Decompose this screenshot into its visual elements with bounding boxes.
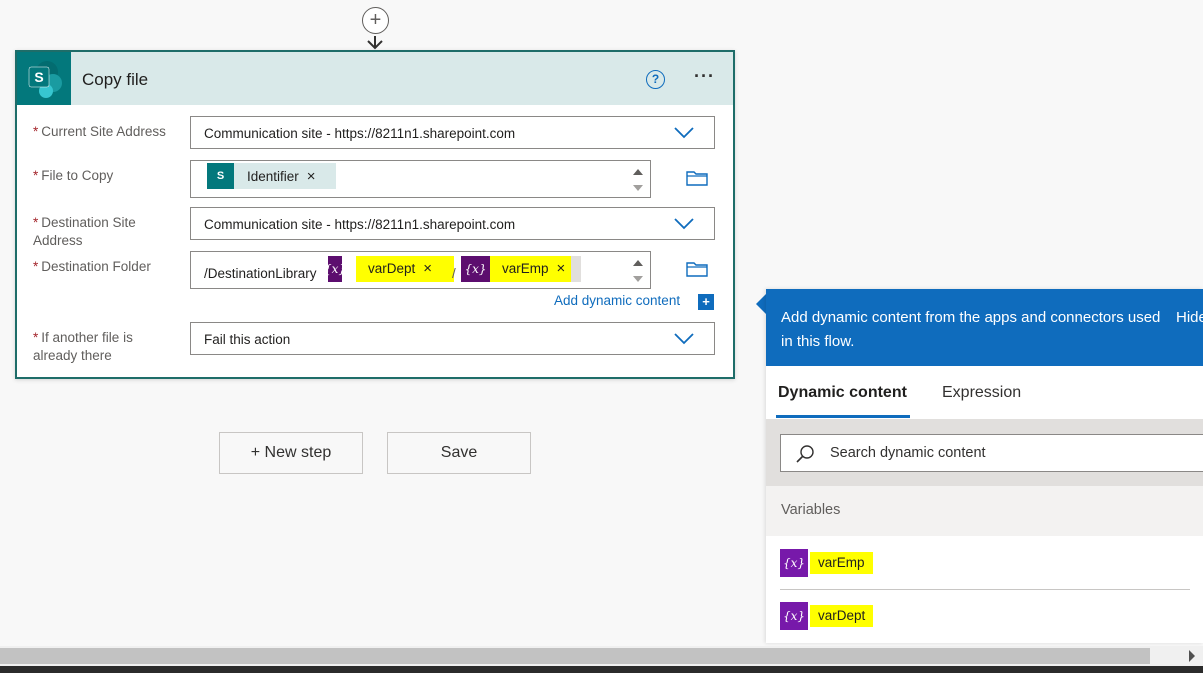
variables-section-header: Variables <box>766 486 1203 536</box>
search-icon <box>796 445 814 463</box>
folder-picker-icon[interactable] <box>686 169 708 186</box>
destination-folder-label: * Destination Folder <box>33 259 151 274</box>
if-exists-value: Fail this action <box>204 332 291 347</box>
sharepoint-icon: S <box>17 52 71 105</box>
remove-token-icon[interactable]: × <box>307 168 316 185</box>
dynamic-panel-description: Add dynamic content from the apps and co… <box>781 309 1161 350</box>
varemp-token[interactable]: {x} varEmp × <box>461 256 582 282</box>
chevron-down-icon[interactable] <box>674 127 694 139</box>
scroll-arrows-icon[interactable] <box>632 165 644 195</box>
divider <box>780 589 1190 590</box>
search-area: Search dynamic content <box>766 419 1203 486</box>
card-title[interactable]: Copy file <box>82 70 148 90</box>
list-item-vardept[interactable]: {x} varDept <box>780 602 874 630</box>
variable-name: varEmp <box>810 552 873 574</box>
scroll-right-icon[interactable] <box>1189 650 1195 662</box>
scroll-arrows-icon[interactable] <box>632 256 644 286</box>
destination-site-label: * Destination Site Address <box>33 215 136 248</box>
copy-file-action-card: S Copy file ? ··· * Current Site Address … <box>15 50 735 379</box>
chevron-down-icon[interactable] <box>674 218 694 230</box>
scrollbar-thumb[interactable] <box>0 648 1150 664</box>
new-step-button[interactable]: + New step <box>219 432 363 474</box>
vardept-token-label: varDept × <box>356 256 455 282</box>
active-tab-indicator <box>776 415 910 418</box>
file-to-copy-input[interactable]: S Identifier × <box>190 160 651 198</box>
list-item-varemp[interactable]: {x} varEmp <box>780 549 873 577</box>
tab-dynamic-content[interactable]: Dynamic content <box>778 384 907 402</box>
add-dynamic-content-link[interactable]: Add dynamic content <box>554 293 680 308</box>
variable-name: varDept <box>810 605 874 627</box>
destination-folder-input[interactable]: /DestinationLibrary {x} varDept × / {x} v… <box>190 251 651 289</box>
tab-expression[interactable]: Expression <box>942 384 1021 402</box>
horizontal-scrollbar[interactable] <box>0 646 1203 666</box>
identifier-token-label: Identifier <box>247 168 299 184</box>
remove-token-icon[interactable]: × <box>423 260 432 277</box>
help-icon[interactable]: ? <box>646 70 665 89</box>
variable-token-icon: {x} <box>461 256 490 282</box>
destination-folder-prefix: /DestinationLibrary <box>204 266 317 281</box>
dynamic-panel-header: Add dynamic content from the apps and co… <box>766 289 1203 366</box>
svg-text:S: S <box>34 69 43 85</box>
sharepoint-token-icon: S <box>207 163 234 189</box>
file-to-copy-label: * File to Copy <box>33 168 114 183</box>
if-exists-select[interactable]: Fail this action <box>190 322 715 355</box>
card-header[interactable]: S Copy file ? ··· <box>17 52 733 105</box>
varemp-token-label: varEmp × <box>490 256 572 282</box>
identifier-token[interactable]: S Identifier × <box>207 163 336 189</box>
variable-icon: {x} <box>780 602 808 630</box>
remove-token-icon[interactable]: × <box>557 260 566 277</box>
hide-panel-link[interactable]: Hide <box>1176 306 1203 330</box>
vardept-token[interactable]: {x} varDept × <box>324 256 455 282</box>
current-site-value: Communication site - https://8211n1.shar… <box>204 126 516 141</box>
chevron-down-icon[interactable] <box>674 333 694 345</box>
more-options-icon[interactable]: ··· <box>694 66 715 87</box>
folder-picker-icon[interactable] <box>686 260 708 277</box>
variable-icon: {x} <box>780 549 808 577</box>
current-site-label: * Current Site Address <box>33 124 166 139</box>
window-bottom-edge <box>0 666 1203 673</box>
arrow-down-icon <box>367 36 383 50</box>
path-separator: / <box>452 266 456 281</box>
add-dynamic-content-plus-icon[interactable]: + <box>698 294 714 310</box>
save-button[interactable]: Save <box>387 432 531 474</box>
token-end <box>571 256 582 282</box>
destination-site-select[interactable]: Communication site - https://8211n1.shar… <box>190 207 715 240</box>
panel-pointer <box>756 294 766 314</box>
insert-step-plus-icon[interactable]: + <box>362 7 389 34</box>
destination-site-value: Communication site - https://8211n1.shar… <box>204 217 516 232</box>
current-site-select[interactable]: Communication site - https://8211n1.shar… <box>190 116 715 149</box>
variables-section-title: Variables <box>781 502 841 518</box>
search-placeholder: Search dynamic content <box>830 445 986 461</box>
dynamic-content-panel: Add dynamic content from the apps and co… <box>766 289 1203 643</box>
if-exists-label: * If another file is already there <box>33 330 133 363</box>
search-dynamic-input[interactable]: Search dynamic content <box>780 434 1203 472</box>
variable-token-icon: {x} <box>324 256 346 282</box>
